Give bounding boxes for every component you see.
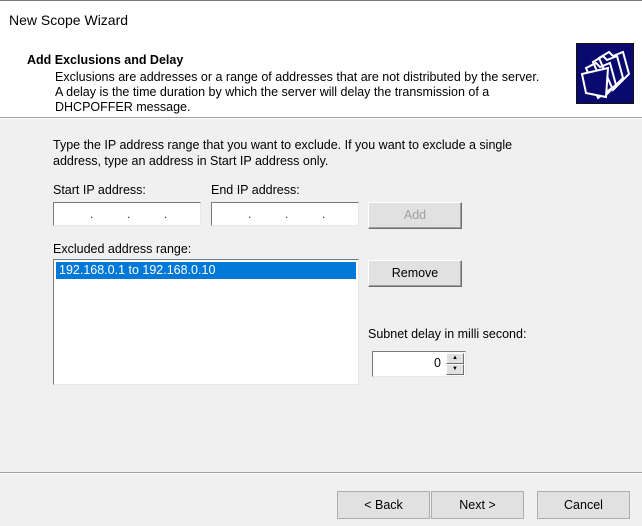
cancel-button[interactable]: Cancel (537, 491, 630, 519)
instructions-line: Type the IP address range that you want … (53, 138, 513, 152)
start-ip-label: Start IP address: (53, 183, 146, 197)
spin-up-button[interactable]: ▲ (446, 353, 464, 364)
back-button[interactable]: < Back (337, 491, 430, 519)
excluded-range-label: Excluded address range: (53, 242, 192, 256)
ip-dot: . (322, 207, 326, 221)
folders-icon (576, 43, 634, 104)
ip-dot: . (164, 207, 168, 221)
add-button[interactable]: Add (368, 202, 462, 229)
description-line: DHCPOFFER message. (55, 100, 191, 114)
footer-divider-highlight (0, 473, 642, 474)
wizard-header: Add Exclusions and Delay Exclusions are … (0, 37, 642, 117)
ip-dot: . (90, 207, 94, 221)
description-line: Exclusions are addresses or a range of a… (55, 70, 540, 84)
list-item[interactable]: 192.168.0.1 to 192.168.0.10 (56, 262, 356, 279)
spin-down-button[interactable]: ▼ (446, 364, 464, 375)
instructions-line: address, type an address in Start IP add… (53, 154, 329, 168)
ip-dot: . (127, 207, 131, 221)
end-ip-label: End IP address: (211, 183, 300, 197)
page-description: Exclusions are addresses or a range of a… (55, 70, 575, 115)
description-line: A delay is the time duration by which th… (55, 85, 490, 99)
ip-dot: . (285, 207, 289, 221)
next-button[interactable]: Next > (431, 491, 524, 519)
end-ip-input[interactable]: . . . (211, 202, 359, 226)
page-title: Add Exclusions and Delay (27, 53, 184, 67)
start-ip-input[interactable]: . . . (53, 202, 201, 226)
ip-dot: . (248, 207, 252, 221)
excluded-range-list[interactable]: 192.168.0.1 to 192.168.0.10 (53, 259, 359, 385)
subnet-delay-label: Subnet delay in milli second: (368, 327, 527, 341)
subnet-delay-stepper[interactable]: 0 ▲ ▼ (372, 351, 466, 377)
header-divider-highlight (0, 118, 642, 119)
remove-button[interactable]: Remove (368, 260, 462, 287)
title-bar: New Scope Wizard (0, 1, 642, 37)
instructions: Type the IP address range that you want … (53, 137, 512, 169)
window-title: New Scope Wizard (9, 12, 129, 28)
subnet-delay-value[interactable]: 0 (434, 356, 441, 370)
